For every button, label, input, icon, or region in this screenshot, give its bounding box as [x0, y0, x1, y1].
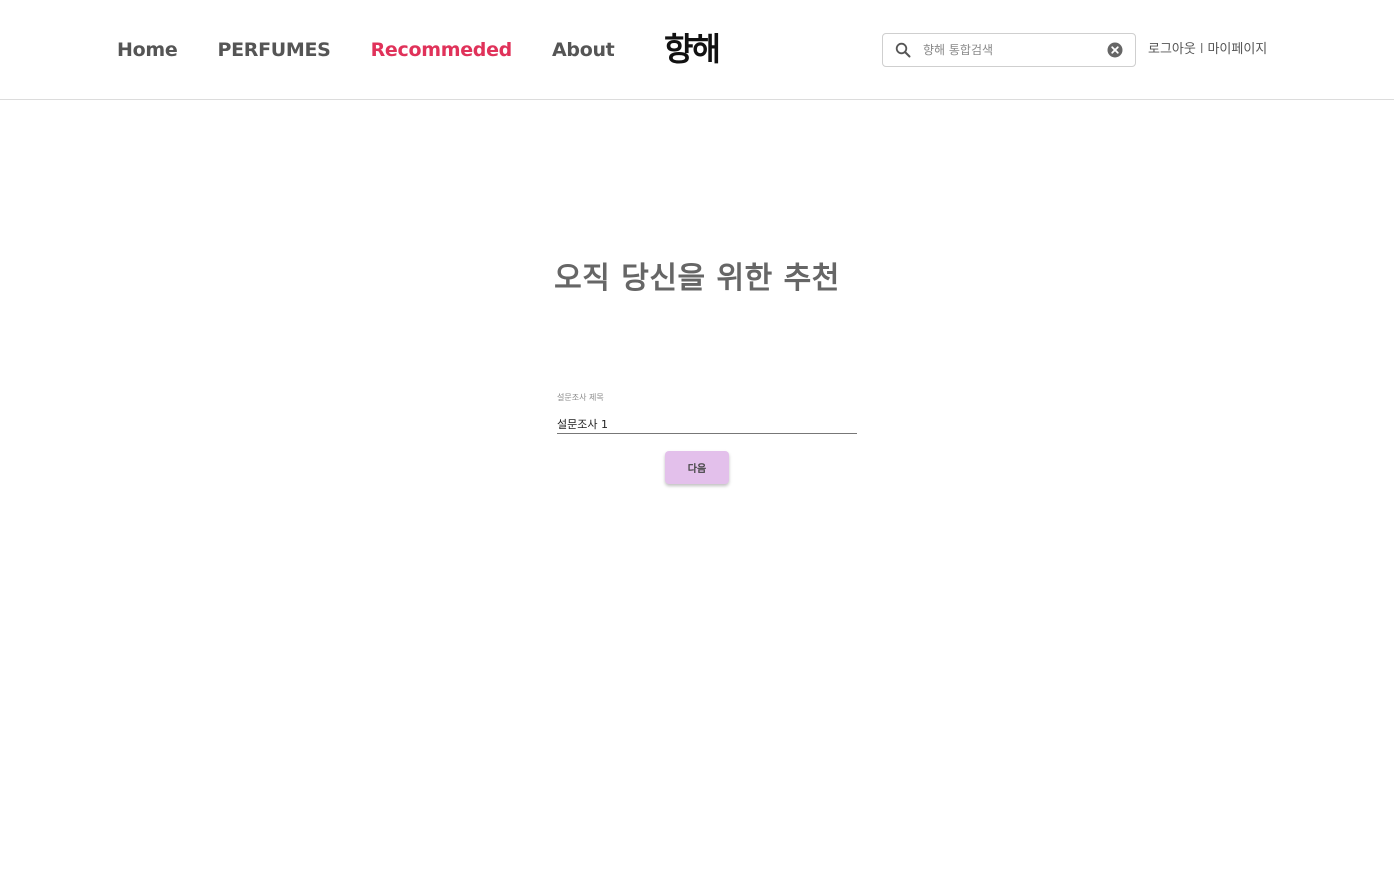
search-input[interactable] [923, 39, 1093, 61]
logout-link[interactable]: 로그아웃 [1148, 42, 1196, 57]
nav-home-link[interactable]: Home [117, 37, 178, 63]
search-box [882, 33, 1136, 67]
close-circle-icon[interactable] [1107, 42, 1123, 58]
survey-title-label: 설문조사 제목 [557, 393, 604, 402]
user-links-separator: l [1199, 42, 1204, 57]
nav-perfumes-link[interactable]: PERFUMES [217, 37, 330, 63]
site-logo[interactable]: 향해 [664, 29, 721, 69]
main-nav: Home PERFUMES Recommeded About [117, 37, 654, 63]
top-header: Home PERFUMES Recommeded About 향해 로그아웃l마… [0, 0, 1394, 100]
mypage-link[interactable]: 마이페이지 [1207, 42, 1267, 57]
nav-recommended-link[interactable]: Recommeded [371, 37, 513, 63]
user-links: 로그아웃 l 마이페이지 [1148, 40, 1267, 60]
survey-title-input[interactable] [557, 414, 857, 434]
search-icon [895, 42, 911, 58]
nav-about-link[interactable]: About [552, 37, 615, 63]
page-title: 오직 당신을 위한 추천 [554, 261, 840, 296]
next-button[interactable]: 다음 [665, 451, 729, 484]
survey-title-field: 설문조사 제목 [557, 392, 857, 435]
